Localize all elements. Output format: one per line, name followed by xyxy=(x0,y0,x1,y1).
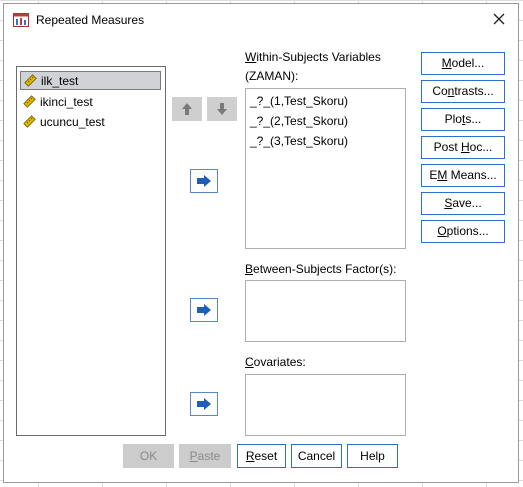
post-hoc-button[interactable]: Post Hoc... xyxy=(421,136,505,159)
help-button[interactable]: Help xyxy=(347,444,398,468)
btn-text: Plo xyxy=(444,112,462,126)
btn-text: Post xyxy=(433,140,461,154)
btn-text: ptions... xyxy=(446,224,489,238)
arrow-up-icon xyxy=(182,103,192,115)
btn-text: s... xyxy=(465,112,482,126)
save-button[interactable]: Save... xyxy=(421,192,505,215)
label-text: ovariates: xyxy=(253,355,306,369)
list-item-label: ilk_test xyxy=(41,73,79,88)
within-subjects-label: Within-Subjects Variables xyxy=(245,50,381,64)
reset-button[interactable]: Reset xyxy=(237,444,286,468)
btn-text: eset xyxy=(254,449,278,463)
within-row[interactable]: _?_(1,Test_Skoru) xyxy=(250,94,348,108)
btn-text: Cancel xyxy=(297,449,336,463)
btn-text: Co xyxy=(432,84,448,98)
plots-button[interactable]: Plots... xyxy=(421,108,505,131)
title-bar: Repeated Measures xyxy=(4,4,518,34)
window-title: Repeated Measures xyxy=(36,13,145,27)
options-button[interactable]: Options... xyxy=(421,220,505,243)
within-subjects-list[interactable]: _?_(1,Test_Skoru) _?_(2,Test_Skoru) _?_(… xyxy=(245,88,406,249)
arrow-right-icon xyxy=(197,398,211,410)
move-up-button[interactable] xyxy=(172,97,202,121)
list-item-label: ikinci_test xyxy=(40,94,93,109)
spss-app-icon xyxy=(13,13,29,27)
list-item-label: ucuncu_test xyxy=(40,114,105,129)
label-text: etween-Subjects Factor(s): xyxy=(253,262,397,276)
covariates-list[interactable] xyxy=(245,374,406,436)
btn-text: trasts... xyxy=(454,84,494,98)
move-down-button[interactable] xyxy=(207,97,237,121)
label-text: ithin-Subjects Variables xyxy=(256,50,381,64)
within-factor-label: (ZAMAN): xyxy=(245,69,299,83)
btn-text: oc... xyxy=(469,140,493,154)
btn-text: aste xyxy=(197,449,221,463)
scale-ruler-icon xyxy=(24,74,37,87)
arrow-down-icon xyxy=(217,103,227,115)
mnemonic: B xyxy=(245,262,254,276)
list-item-ilk-test[interactable]: ilk_test xyxy=(20,71,161,90)
within-row[interactable]: _?_(2,Test_Skoru) xyxy=(250,114,348,128)
between-subjects-label: Between-Subjects Factor(s): xyxy=(245,262,396,276)
ok-button[interactable]: OK xyxy=(123,444,174,468)
close-icon[interactable] xyxy=(488,8,510,30)
mnemonic: H xyxy=(461,140,470,154)
model-button[interactable]: Model... xyxy=(421,52,505,75)
btn-text: Help xyxy=(360,449,385,463)
paste-button[interactable]: Paste xyxy=(179,444,231,468)
mnemonic: M xyxy=(437,168,448,182)
move-to-covariates-button[interactable] xyxy=(190,392,218,416)
between-subjects-list[interactable] xyxy=(245,280,406,342)
btn-text: Means... xyxy=(447,168,497,182)
arrow-right-icon xyxy=(197,304,211,316)
em-means-button[interactable]: EM Means... xyxy=(421,164,505,187)
arrow-right-icon xyxy=(197,175,211,187)
move-to-between-button[interactable] xyxy=(190,298,218,322)
mnemonic: O xyxy=(437,224,447,238)
mnemonic: M xyxy=(441,56,452,70)
mnemonic: C xyxy=(245,355,254,369)
within-row[interactable]: _?_(3,Test_Skoru) xyxy=(250,134,348,148)
scale-ruler-icon xyxy=(23,95,36,108)
list-item-ikinci-test[interactable]: ikinci_test xyxy=(20,92,161,111)
mnemonic: P xyxy=(189,449,198,463)
list-item-ucuncu-test[interactable]: ucuncu_test xyxy=(20,112,161,131)
contrasts-button[interactable]: Contrasts... xyxy=(421,80,505,103)
btn-text: OK xyxy=(139,449,158,463)
scale-ruler-icon xyxy=(23,115,36,128)
move-to-within-button[interactable] xyxy=(190,169,218,193)
repeated-measures-dialog: Repeated Measures ilk_test ikinci_test u… xyxy=(3,3,519,483)
cancel-button[interactable]: Cancel xyxy=(291,444,342,468)
covariates-label: Covariates: xyxy=(245,355,306,369)
btn-text: odel... xyxy=(451,56,485,70)
source-variable-list[interactable]: ilk_test ikinci_test ucuncu_test xyxy=(16,66,166,436)
btn-text: ave... xyxy=(452,196,482,210)
mnemonic: W xyxy=(245,50,257,64)
